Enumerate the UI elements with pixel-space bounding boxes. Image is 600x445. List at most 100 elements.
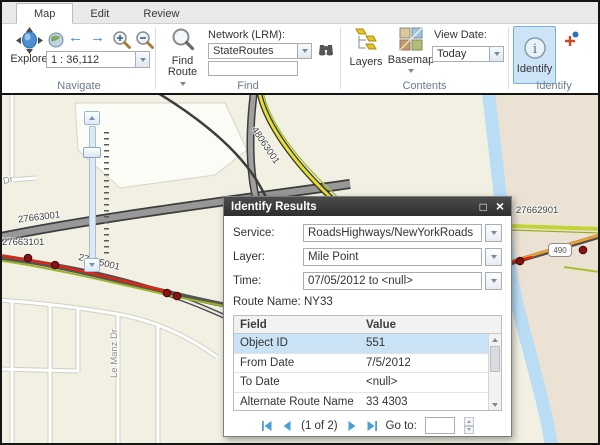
table-cell-value: 33 4303 — [362, 396, 488, 408]
service-label: Service: — [233, 227, 303, 239]
value-column-header: Value — [362, 319, 488, 331]
next-page-button[interactable] — [346, 420, 358, 432]
last-page-button[interactable] — [366, 420, 378, 432]
table-cell-value: 7/5/2012 — [362, 357, 488, 369]
map-scale-combobox[interactable]: 1 : 36,112 — [46, 51, 150, 68]
find-route-label-2: Route — [168, 67, 197, 78]
group-divider — [340, 27, 341, 89]
table-row[interactable]: From Date 7/5/2012 — [234, 354, 501, 374]
layer-dropdown-button[interactable] — [485, 248, 502, 266]
back-extent-arrow-icon[interactable]: ← — [68, 29, 83, 46]
navigate-group-label: Navigate — [4, 80, 154, 92]
view-date-combobox[interactable]: Today — [432, 46, 504, 62]
find-route-magnifier-icon — [171, 27, 195, 51]
identify-label: Identify — [517, 64, 552, 75]
chevron-down-icon — [491, 231, 497, 235]
first-page-button[interactable] — [261, 420, 273, 432]
dialog-title: Identify Results — [231, 201, 317, 213]
ribbon-tab-bar: Map Edit Review — [2, 2, 598, 24]
time-label: Time: — [233, 275, 303, 287]
zoom-slider-up-button[interactable] — [84, 111, 100, 125]
chevron-down-icon — [492, 403, 498, 407]
chevron-down-icon — [408, 69, 414, 73]
page-position: (1 of 2) — [301, 420, 337, 432]
identify-button[interactable]: i Identify — [513, 26, 556, 84]
scrollbar-up-button[interactable] — [489, 334, 501, 345]
goto-label: Go to: — [386, 420, 417, 432]
route-shield-490: 490 — [548, 243, 572, 257]
scrollbar-thumb[interactable] — [490, 346, 500, 372]
zoom-in-icon[interactable] — [112, 30, 132, 50]
chevron-down-icon — [140, 58, 146, 62]
close-icon[interactable]: × — [496, 200, 504, 213]
table-row[interactable]: To Date <null> — [234, 373, 501, 393]
binoculars-icon[interactable] — [318, 43, 334, 58]
dialog-title-bar[interactable]: Identify Results □ × — [224, 197, 511, 216]
previous-page-button[interactable] — [281, 420, 293, 432]
chevron-down-icon — [302, 49, 308, 53]
layer-combobox[interactable]: Mile Point — [303, 248, 482, 266]
network-lrm-dropdown-button[interactable] — [297, 44, 311, 58]
tab-review[interactable]: Review — [126, 4, 196, 23]
dialog-body: Service: RoadsHighways/NewYorkRoads Laye… — [224, 216, 511, 439]
identify-route-locations-icon[interactable] — [562, 31, 579, 48]
zoom-slider-down-button[interactable] — [84, 258, 100, 272]
app-window: Map Edit Review Explore ← → — [0, 0, 600, 445]
service-combobox[interactable]: RoadsHighways/NewYorkRoads — [303, 224, 482, 242]
zoom-slider-track[interactable] — [89, 126, 96, 259]
chevron-down-icon — [467, 428, 471, 431]
spinner-down-button[interactable] — [464, 426, 474, 435]
layers-button[interactable]: Layers — [345, 27, 387, 68]
chevron-down-icon — [494, 52, 500, 56]
basemap-label: Basemap — [388, 55, 434, 66]
explore-label: Explore — [10, 54, 47, 65]
zoom-slider-ticks — [104, 132, 109, 254]
table-row[interactable]: Alternate Route Name 33 4303 — [234, 393, 501, 412]
goto-spinner[interactable] — [464, 417, 474, 434]
zoom-slider-thumb[interactable] — [83, 147, 101, 158]
basemap-button[interactable]: Basemap — [388, 27, 434, 73]
chevron-down-icon — [491, 279, 497, 283]
identify-icon: i — [523, 36, 547, 60]
goto-page-input[interactable] — [425, 417, 455, 434]
table-cell-field: To Date — [234, 376, 362, 388]
network-lrm-label: Network (LRM): — [208, 29, 285, 41]
find-route-secondary-input[interactable] — [208, 61, 298, 76]
ribbon-toolbar: Explore ← → 1 : 36,112 Navigate — [2, 24, 598, 93]
network-lrm-combobox[interactable]: StateRoutes — [208, 43, 312, 59]
tab-edit[interactable]: Edit — [73, 4, 126, 23]
map-field-polygon — [75, 103, 247, 188]
find-route-button[interactable]: Find Route — [160, 27, 205, 86]
attributes-table: Field Value Object ID 551 From Date 7/5/… — [233, 315, 502, 411]
identify-group-label: Identify — [510, 80, 598, 92]
explore-icon — [16, 27, 43, 54]
time-dropdown-button[interactable] — [485, 272, 502, 290]
layer-label: Layer: — [233, 251, 303, 263]
service-dropdown-button[interactable] — [485, 224, 502, 242]
spinner-up-button[interactable] — [464, 417, 474, 426]
map-scale-dropdown-button[interactable] — [135, 52, 149, 67]
route-name-row: Route Name: NY33 — [233, 296, 502, 308]
street-label-le-manz-dr: Le Manz Dr — [109, 329, 120, 378]
table-scrollbar[interactable] — [488, 334, 501, 410]
table-cell-field: Alternate Route Name — [234, 396, 362, 408]
time-combobox[interactable]: 07/05/2012 to <null> — [303, 272, 482, 290]
forward-extent-arrow-icon[interactable]: → — [90, 29, 105, 46]
find-group-label: Find — [158, 80, 338, 92]
tab-map[interactable]: Map — [16, 3, 73, 24]
route-name-label: Route Name: — [233, 296, 301, 308]
chevron-down-icon — [89, 263, 95, 267]
view-date-dropdown-button[interactable] — [489, 47, 503, 61]
route-label: 27663101 — [2, 237, 44, 248]
full-extent-globe-icon[interactable] — [48, 32, 64, 48]
street-label-dr: Dr — [2, 174, 14, 187]
chevron-up-icon — [492, 338, 498, 342]
route-label: 27662901 — [516, 205, 558, 216]
maximize-icon[interactable]: □ — [480, 201, 487, 213]
identify-results-dialog: Identify Results □ × Service: RoadsHighw… — [223, 196, 512, 437]
basemap-icon — [399, 27, 423, 51]
scrollbar-down-button[interactable] — [489, 399, 501, 410]
table-row[interactable]: Object ID 551 — [234, 334, 501, 354]
route-name-value: NY33 — [304, 296, 333, 308]
zoom-out-icon[interactable] — [135, 30, 155, 50]
